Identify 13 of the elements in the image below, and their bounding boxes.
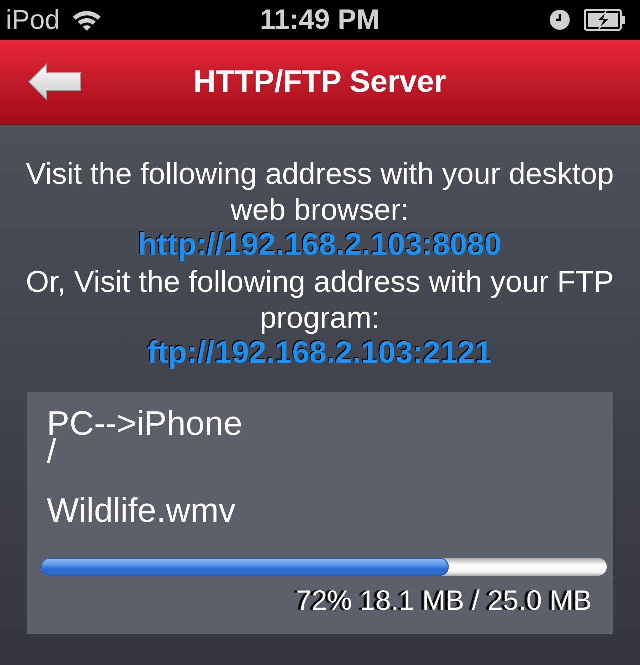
screen-title: HTTP/FTP Server — [192, 64, 448, 100]
back-arrow-icon[interactable] — [28, 63, 82, 101]
server-address-link[interactable]: ftp://192.168.2.103:2121 — [148, 337, 492, 369]
instruction-text: Visit the following address with your desktop web browser: — [24, 157, 616, 229]
instruction-text: Or, Visit the following address with your FTP program: — [24, 265, 616, 337]
carrier-name: iPod — [6, 4, 60, 36]
progress-text: 72% 18.1 MB / 25.0 MB — [296, 586, 592, 616]
status-time: 11:49 PM — [259, 3, 381, 37]
transfer-path: / — [47, 440, 56, 464]
wifi-icon — [72, 9, 102, 31]
file-name: Wildlife.wmv — [47, 493, 236, 529]
clock-icon — [550, 10, 570, 30]
server-address-link[interactable]: http://192.168.2.103:8080 — [138, 229, 502, 261]
